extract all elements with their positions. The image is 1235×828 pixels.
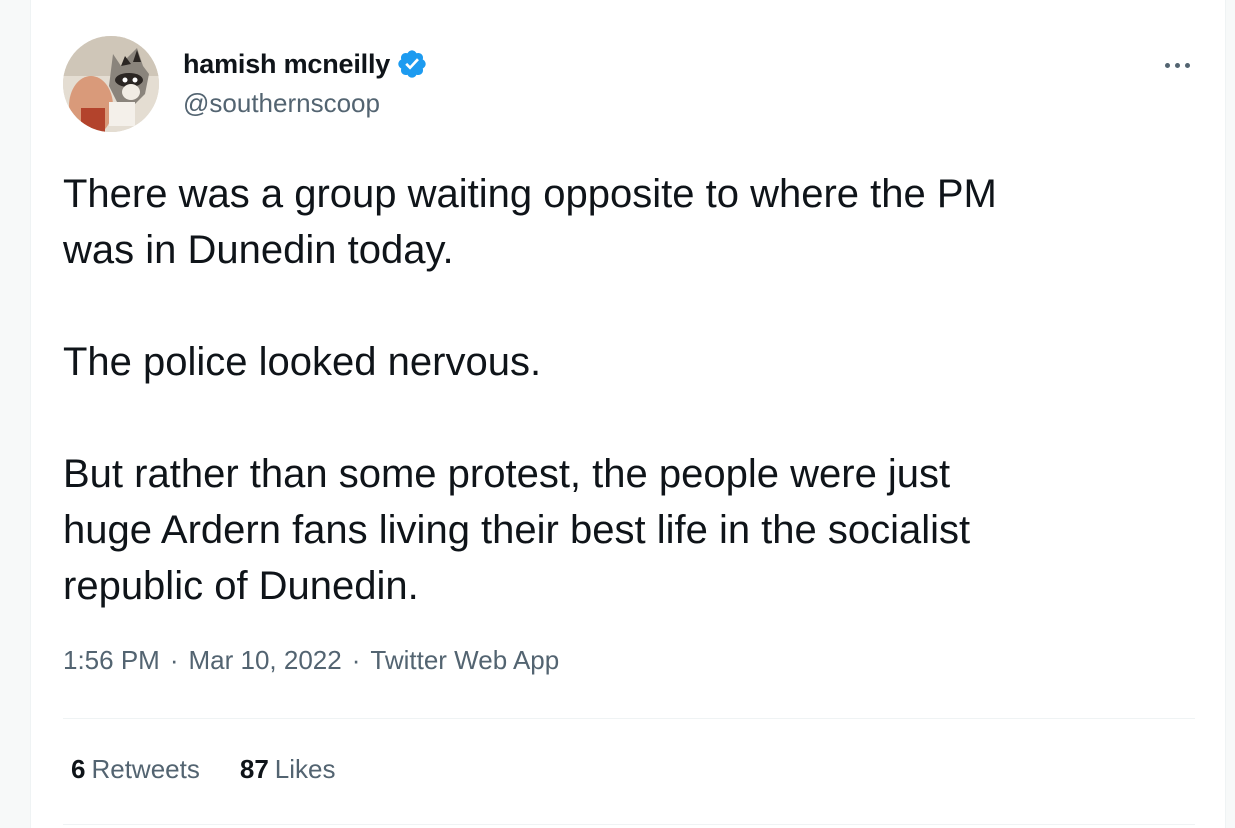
tweet-meta: 1:56 PM · Mar 10, 2022 · Twitter Web App	[63, 645, 559, 676]
tweet-text-line: huge Ardern fans living their best life …	[63, 508, 971, 552]
tweet-text-line: was in Dunedin today.	[63, 228, 454, 272]
tweet-text-line: But rather than some protest, the people…	[63, 452, 951, 496]
author-name[interactable]: hamish mcneilly	[183, 49, 390, 80]
retweets-stat[interactable]: 6 Retweets	[71, 754, 200, 785]
likes-count: 87	[239, 754, 269, 784]
tweet-source: Twitter Web App	[370, 645, 560, 675]
tweet-date[interactable]: Mar 10, 2022	[189, 645, 342, 676]
likes-stat[interactable]: 87 Likes	[240, 754, 336, 785]
verified-badge-icon	[398, 50, 426, 78]
avatar[interactable]	[63, 36, 159, 132]
more-options-button[interactable]	[1155, 52, 1199, 78]
divider	[63, 718, 1195, 719]
retweets-label: Retweets	[91, 754, 200, 784]
ellipsis-dot	[1184, 62, 1190, 68]
tweet-text-line: The police looked nervous.	[63, 340, 542, 384]
tweet-text: There was a group waiting opposite to wh…	[63, 166, 1183, 614]
tweet-time[interactable]: 1:56 PM	[63, 645, 160, 676]
author-handle[interactable]: @southernscoop	[183, 88, 380, 119]
tweet-stats: 6 Retweets 87 Likes	[71, 754, 335, 785]
author-name-row: hamish mcneilly	[183, 46, 428, 82]
avatar-photo-icon	[63, 36, 159, 132]
ellipsis-icon	[1164, 62, 1170, 68]
retweets-count: 6	[71, 754, 86, 784]
meta-separator: ·	[351, 645, 361, 675]
likes-label: Likes	[274, 754, 336, 784]
ellipsis-dot	[1174, 62, 1180, 68]
tweet-text-line: republic of Dunedin.	[63, 564, 419, 608]
meta-separator: ·	[169, 645, 179, 675]
tweet-card: hamish mcneilly @southernscoop There was…	[30, 0, 1226, 828]
tweet-text-line: There was a group waiting opposite to wh…	[63, 172, 997, 216]
divider	[63, 824, 1195, 825]
